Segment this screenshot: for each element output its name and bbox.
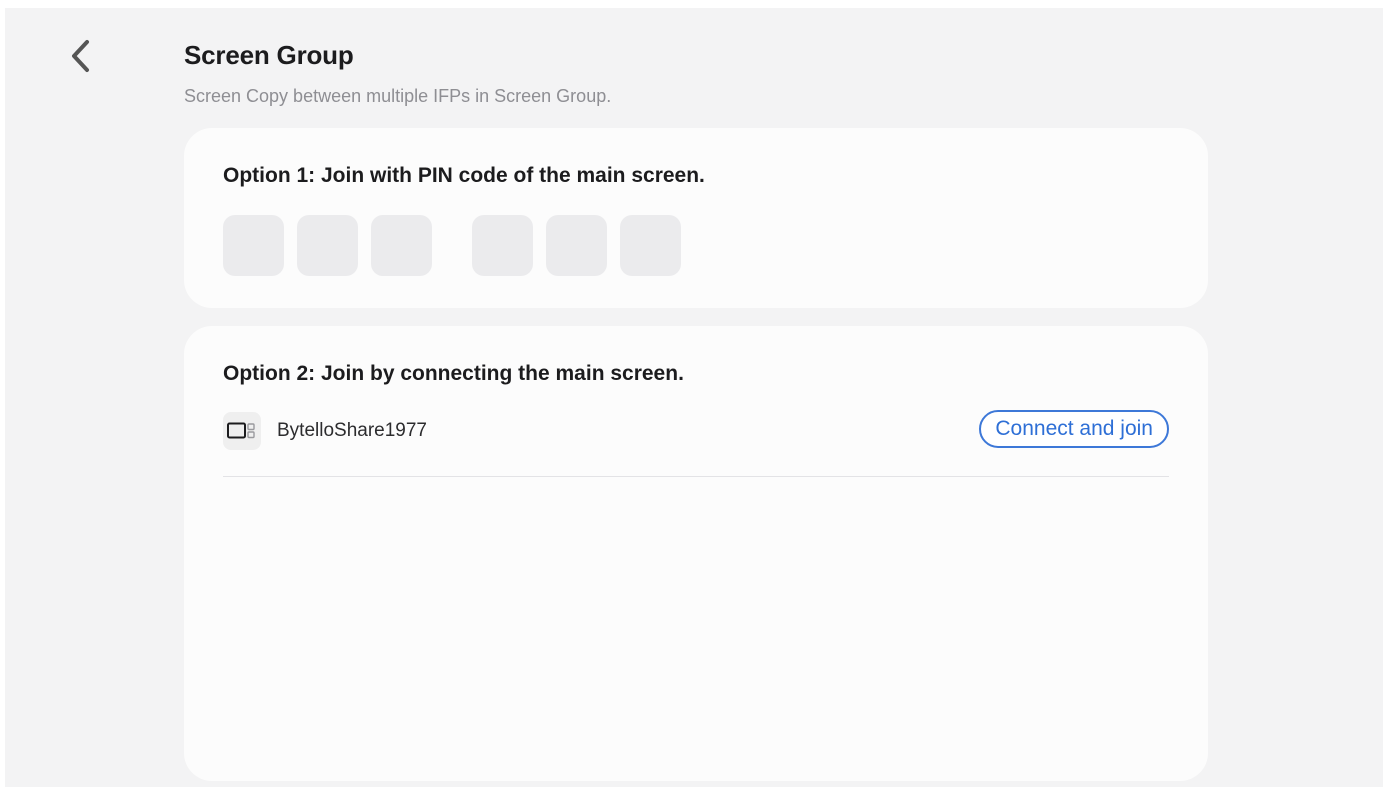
display-device-icon	[223, 412, 261, 450]
device-list-item: BytelloShare1977 Connect and join	[223, 410, 1169, 477]
pin-digit-3[interactable]	[371, 215, 432, 276]
pin-code-input	[223, 215, 694, 276]
connect-and-join-button[interactable]: Connect and join	[979, 410, 1169, 448]
option-2-card: Option 2: Join by connecting the main sc…	[184, 326, 1208, 781]
pin-digit-4[interactable]	[472, 215, 533, 276]
option-1-card: Option 1: Join with PIN code of the main…	[184, 128, 1208, 308]
screen-group-page: Screen Group Screen Copy between multipl…	[5, 8, 1383, 787]
pin-digit-6[interactable]	[620, 215, 681, 276]
pin-digit-2[interactable]	[297, 215, 358, 276]
option-2-heading: Option 2: Join by connecting the main sc…	[223, 362, 684, 385]
page-subtitle: Screen Copy between multiple IFPs in Scr…	[184, 86, 612, 106]
pin-digit-5[interactable]	[546, 215, 607, 276]
device-name: BytelloShare1977	[277, 420, 427, 441]
pin-separator	[445, 215, 472, 276]
chevron-left-icon	[72, 40, 89, 72]
back-button[interactable]	[61, 36, 101, 76]
page-title: Screen Group	[184, 40, 354, 70]
option-1-heading: Option 1: Join with PIN code of the main…	[223, 164, 705, 187]
pin-digit-1[interactable]	[223, 215, 284, 276]
